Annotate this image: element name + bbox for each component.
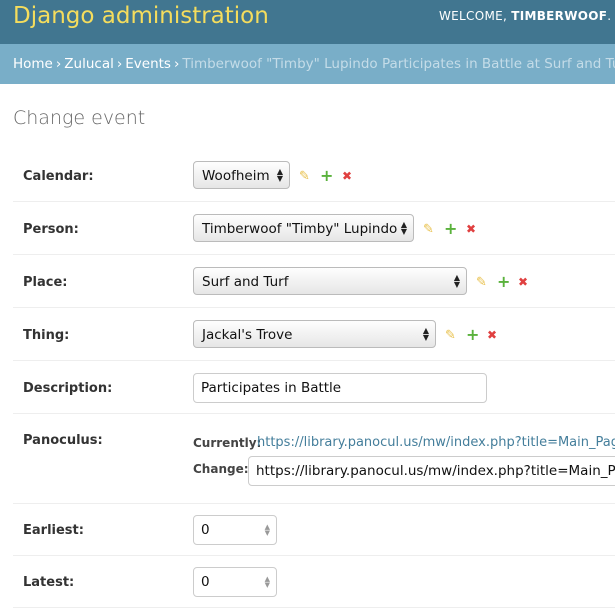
pencil-icon[interactable]: ✎ (423, 222, 434, 237)
select-arrows-icon: ▲ ▼ (400, 220, 407, 236)
plus-icon[interactable]: + (466, 325, 479, 344)
change-label: Change: (193, 462, 249, 476)
divider (13, 413, 615, 414)
person-row: Person: Timberwoof "Timby" Lupindo ▲ ▼ ✎ … (0, 203, 615, 255)
divider (13, 360, 615, 361)
earliest-number-input[interactable]: 0 ▲ ▼ (193, 515, 277, 545)
breadcrumb-separator: › (173, 56, 180, 72)
person-select[interactable]: Timberwoof "Timby" Lupindo ▲ ▼ (193, 214, 414, 242)
page-title: Change event (13, 107, 146, 129)
site-title[interactable]: Django administration (13, 3, 269, 29)
select-arrows-icon: ▲ ▼ (453, 273, 460, 289)
cross-icon[interactable]: ✖ (342, 169, 352, 183)
thing-select-value: Jackal's Trove (202, 327, 293, 343)
breadcrumb-separator: › (116, 56, 123, 72)
user-tools: WELCOME, TIMBERWOOF. (439, 9, 611, 23)
place-select-value: Surf and Turf (202, 274, 289, 290)
thing-row: Thing: Jackal's Trove ▲ ▼ ✎ + ✖ (0, 309, 615, 361)
breadcrumb: Home › Zulucal › Events › Timberwoof "Timby" L… (0, 44, 615, 84)
description-input[interactable]: Participates in Battle (193, 373, 487, 403)
description-label: Description: (23, 381, 113, 396)
breadcrumb-events[interactable]: Events (125, 56, 171, 72)
place-row: Place: Surf and Turf ▲ ▼ ✎ + ✖ (0, 256, 615, 308)
welcome-text: WELCOME, (439, 9, 508, 23)
panoculus-row: Panoculus: Currently: https://library.pa… (0, 415, 615, 504)
earliest-value: 0 (201, 522, 210, 538)
site-header: Django administration WELCOME, TIMBERWOO… (0, 0, 615, 44)
cross-icon[interactable]: ✖ (466, 222, 476, 236)
latest-label: Latest: (23, 575, 75, 590)
latest-row: Latest: 0 ▲ ▼ (0, 556, 615, 608)
thing-label: Thing: (23, 328, 70, 343)
breadcrumb-home[interactable]: Home (13, 56, 53, 72)
breadcrumb-separator: › (55, 56, 62, 72)
divider (13, 201, 615, 202)
plus-icon[interactable]: + (444, 219, 457, 238)
panoculus-url-input[interactable]: https://library.panocul.us/mw/index.php?… (248, 456, 615, 486)
thing-select[interactable]: Jackal's Trove ▲ ▼ (193, 320, 436, 348)
divider (13, 607, 615, 608)
breadcrumb-zulucal[interactable]: Zulucal (64, 56, 114, 72)
latest-value: 0 (201, 574, 210, 590)
person-label: Person: (23, 222, 79, 237)
cross-icon[interactable]: ✖ (487, 328, 497, 342)
plus-icon[interactable]: + (497, 272, 510, 291)
divider (13, 254, 615, 255)
calendar-select[interactable]: Woofheim ▲ ▼ (193, 161, 290, 189)
breadcrumb-current: Timberwoof "Timby" Lupindo Participates … (182, 56, 615, 72)
select-arrows-icon: ▲ ▼ (276, 167, 283, 183)
description-row: Description: Participates in Battle (0, 362, 615, 414)
pencil-icon[interactable]: ✎ (299, 169, 310, 184)
panoculus-current-link[interactable]: https://library.panocul.us/mw/index.php?… (257, 435, 615, 450)
cross-icon[interactable]: ✖ (518, 275, 528, 289)
latest-number-input[interactable]: 0 ▲ ▼ (193, 567, 277, 597)
stepper-icon[interactable]: ▲ ▼ (265, 524, 270, 537)
person-select-value: Timberwoof "Timby" Lupindo (202, 221, 398, 237)
divider (13, 307, 615, 308)
calendar-select-value: Woofheim (202, 168, 270, 184)
panoculus-label: Panoculus: (23, 433, 103, 448)
place-label: Place: (23, 275, 68, 290)
select-arrows-icon: ▲ ▼ (422, 326, 429, 342)
pencil-icon[interactable]: ✎ (476, 275, 487, 290)
stepper-icon[interactable]: ▲ ▼ (265, 576, 270, 589)
calendar-row: Calendar: Woofheim ▲ ▼ ✎ + ✖ (0, 150, 615, 202)
pencil-icon[interactable]: ✎ (445, 328, 456, 343)
currently-label: Currently: (193, 436, 262, 450)
username: TIMBERWOOF (511, 9, 608, 23)
earliest-row: Earliest: 0 ▲ ▼ (0, 504, 615, 556)
username-suffix: . (607, 9, 612, 23)
place-select[interactable]: Surf and Turf ▲ ▼ (193, 267, 467, 295)
earliest-label: Earliest: (23, 523, 84, 538)
plus-icon[interactable]: + (320, 166, 333, 185)
calendar-label: Calendar: (23, 169, 94, 184)
